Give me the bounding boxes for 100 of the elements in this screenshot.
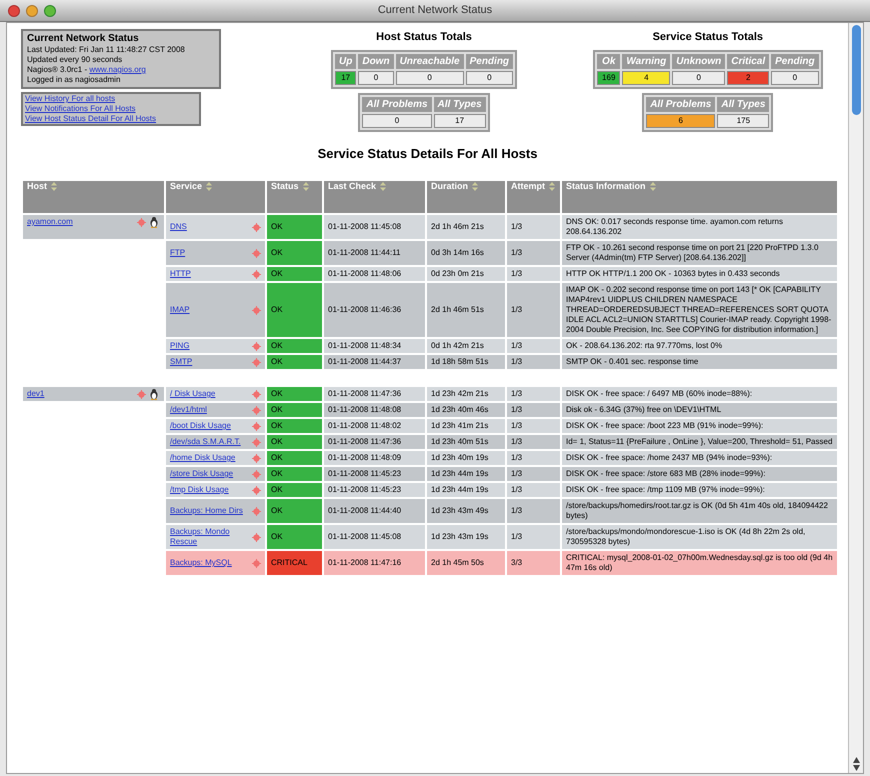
column-header[interactable]: Service bbox=[166, 181, 265, 213]
table-cell: 01-11-2008 11:47:36 bbox=[324, 435, 425, 449]
nav-link[interactable]: View History For all hosts bbox=[25, 94, 197, 104]
table-cell: 01-11-2008 11:44:11 bbox=[324, 241, 425, 265]
service-link[interactable]: SMTP bbox=[170, 357, 248, 367]
scroll-up-icon[interactable] bbox=[852, 757, 860, 763]
service-link[interactable]: /tmp Disk Usage bbox=[170, 485, 248, 495]
nagios-link[interactable]: www.nagios.org bbox=[89, 65, 146, 75]
panel-title: Current Network Status bbox=[27, 33, 140, 45]
nav-link[interactable]: View Notifications For All Hosts bbox=[25, 104, 197, 114]
service-link[interactable]: PING bbox=[170, 341, 248, 351]
sort-arrows-icon[interactable] bbox=[549, 182, 555, 192]
notes-icon[interactable] bbox=[252, 406, 261, 414]
table-cell: 1d 23h 43m 19s bbox=[427, 525, 505, 549]
totals-header[interactable]: All Problems bbox=[362, 96, 432, 112]
table-cell: 0d 1h 42m 21s bbox=[427, 339, 505, 353]
zoom-button[interactable] bbox=[44, 4, 56, 16]
notes-icon[interactable] bbox=[252, 306, 261, 314]
totals-value: 175 bbox=[717, 114, 770, 128]
service-link[interactable]: Backups: MySQL bbox=[170, 558, 248, 568]
status-cell: OK bbox=[267, 387, 322, 401]
column-header[interactable]: Status bbox=[267, 181, 322, 213]
scrollbar[interactable] bbox=[848, 23, 863, 773]
panel-text: Last Updated: Fri Jan 11 11:48:27 CST 2008 bbox=[27, 45, 186, 55]
service-link[interactable]: Backups: Mondo Rescue bbox=[170, 527, 248, 547]
status-cell: OK bbox=[267, 241, 322, 265]
table-cell: 1/3 bbox=[507, 283, 560, 337]
notes-icon[interactable] bbox=[252, 270, 261, 278]
notes-icon[interactable] bbox=[137, 218, 146, 226]
column-header[interactable]: Attempt bbox=[507, 181, 560, 213]
notes-icon[interactable] bbox=[137, 390, 146, 398]
totals-title: Host Status Totals bbox=[376, 30, 472, 45]
table-cell: SMTP OK - 0.401 sec. response time bbox=[562, 355, 837, 369]
totals-header[interactable]: All Types bbox=[717, 96, 770, 112]
service-link[interactable]: /dev1/html bbox=[170, 405, 248, 415]
nav-link[interactable]: View Host Status Detail For All Hosts bbox=[25, 114, 197, 124]
sort-arrows-icon[interactable] bbox=[51, 182, 57, 192]
column-header[interactable]: Duration bbox=[427, 181, 505, 213]
table-cell: DISK OK - free space: / 6497 MB (60% inode=88%): bbox=[562, 387, 837, 401]
column-header[interactable]: Status Information bbox=[562, 181, 837, 213]
table-cell: DISK OK - free space: /tmp 1109 MB (97% inode=99%): bbox=[562, 483, 837, 497]
column-header[interactable]: Last Check bbox=[324, 181, 425, 213]
close-button[interactable] bbox=[8, 4, 20, 16]
totals-header[interactable]: Ok bbox=[597, 54, 620, 68]
notes-icon[interactable] bbox=[252, 438, 261, 446]
service-link[interactable]: / Disk Usage bbox=[170, 389, 248, 399]
service-link[interactable]: /home Disk Usage bbox=[170, 453, 248, 463]
notes-icon[interactable] bbox=[252, 248, 261, 258]
totals-header[interactable]: All Types bbox=[434, 96, 486, 112]
notes-icon[interactable] bbox=[252, 506, 261, 516]
notes-icon[interactable] bbox=[252, 532, 261, 542]
notes-icon[interactable] bbox=[252, 390, 261, 398]
totals-value: 2 bbox=[727, 70, 770, 84]
host-link[interactable]: ayamon.com bbox=[27, 217, 135, 227]
service-link[interactable]: /boot Disk Usage bbox=[170, 421, 248, 431]
status-cell: OK bbox=[267, 267, 322, 281]
service-link[interactable]: IMAP bbox=[170, 305, 248, 315]
totals-header[interactable]: Unreachable bbox=[396, 54, 464, 68]
service-link[interactable]: /store Disk Usage bbox=[170, 469, 248, 479]
sort-arrows-icon[interactable] bbox=[206, 182, 212, 192]
minimize-button[interactable] bbox=[26, 4, 38, 16]
totals-value: 0 bbox=[466, 70, 514, 84]
table-cell: 01-11-2008 11:44:40 bbox=[324, 499, 425, 523]
table-cell: 1d 23h 42m 21s bbox=[427, 387, 505, 401]
service-link[interactable]: FTP bbox=[170, 248, 248, 258]
service-link[interactable]: Backups: Home Dirs bbox=[170, 506, 248, 516]
scrollbar-thumb[interactable] bbox=[852, 25, 860, 115]
notes-icon[interactable] bbox=[252, 470, 261, 478]
sort-arrows-icon[interactable] bbox=[380, 182, 386, 192]
notes-icon[interactable] bbox=[252, 486, 261, 494]
table-cell: IMAP OK - 0.202 second response time on port 143 [* OK [CAPABILITY IMAP4rev1 UIDPLUS CHILDREN NAMESPACE THREAD=ORDEREDSUBJECT THREAD=REFERENCES SORT QUOTA IDLE ACL ACL2=UNION STARTTLS] Courier-IMAP ready. Copyright 1998-2004 Double Precision, Inc. See COPYING for distribution information.] bbox=[562, 283, 837, 337]
sort-arrows-icon[interactable] bbox=[650, 182, 656, 192]
scroll-down-icon[interactable] bbox=[852, 765, 860, 771]
notes-icon[interactable] bbox=[252, 342, 261, 350]
table-cell: 01-11-2008 11:48:08 bbox=[324, 403, 425, 417]
totals-header[interactable]: All Problems bbox=[646, 96, 716, 112]
notes-icon[interactable] bbox=[252, 358, 261, 366]
service-link[interactable]: HTTP bbox=[170, 269, 248, 279]
totals-header[interactable]: Unknown bbox=[672, 54, 726, 68]
table-cell: 1/3 bbox=[507, 419, 560, 433]
notes-icon[interactable] bbox=[252, 454, 261, 462]
totals-header[interactable]: Down bbox=[358, 54, 394, 68]
notes-icon[interactable] bbox=[252, 222, 261, 232]
section-heading: Service Status Details For All Hosts bbox=[316, 144, 538, 162]
totals-header[interactable]: Warning bbox=[622, 54, 670, 68]
table-cell: DNS OK: 0.017 seconds response time. ayamon.com returns 208.64.136.202 bbox=[562, 215, 837, 239]
host-link[interactable]: dev1 bbox=[27, 389, 135, 399]
service-link[interactable]: /dev/sda S.M.A.R.T. bbox=[170, 437, 248, 447]
totals-header[interactable]: Up bbox=[335, 54, 356, 68]
totals-header[interactable]: Pending bbox=[466, 54, 514, 68]
column-header[interactable]: Host bbox=[23, 181, 164, 213]
notes-icon[interactable] bbox=[252, 558, 261, 568]
sort-arrows-icon[interactable] bbox=[472, 182, 478, 192]
table-cell: 1/3 bbox=[507, 267, 560, 281]
table-cell: 01-11-2008 11:47:36 bbox=[324, 387, 425, 401]
service-link[interactable]: DNS bbox=[170, 222, 248, 232]
sort-arrows-icon[interactable] bbox=[302, 182, 309, 192]
notes-icon[interactable] bbox=[252, 422, 261, 430]
totals-header[interactable]: Pending bbox=[771, 54, 819, 68]
totals-header[interactable]: Critical bbox=[727, 54, 770, 68]
